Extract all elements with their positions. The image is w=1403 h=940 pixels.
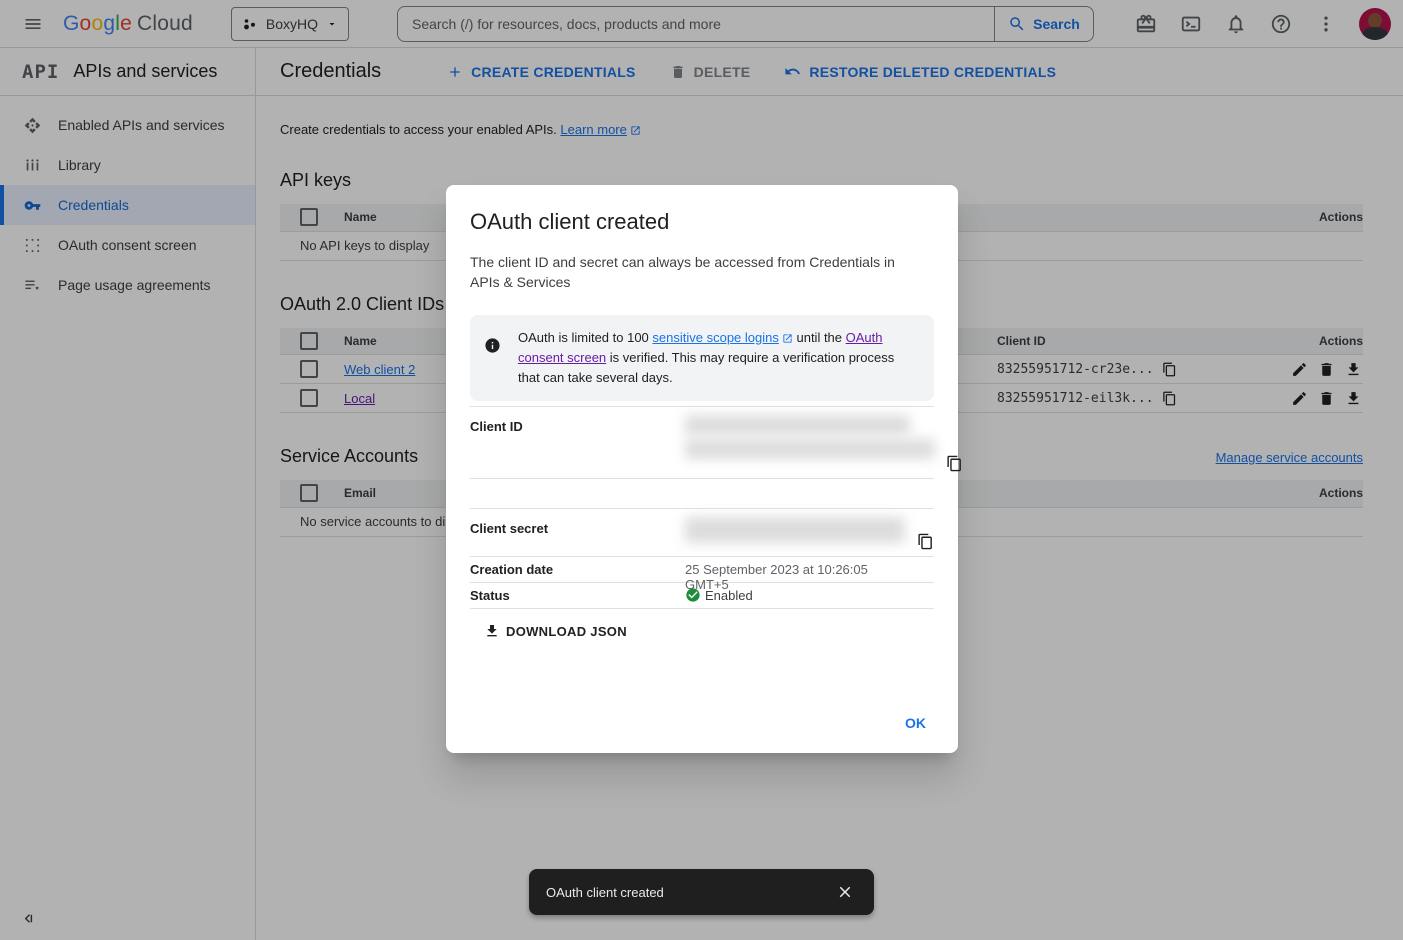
client-id-row: Client ID — [470, 407, 934, 479]
status-row: Status Enabled — [470, 583, 934, 609]
client-secret-row: Client secret — [470, 509, 934, 557]
copy-client-id-icon[interactable] — [946, 455, 963, 472]
info-icon — [484, 337, 501, 388]
client-id-label: Client ID — [470, 407, 685, 446]
toast-message: OAuth client created — [546, 885, 836, 900]
check-circle-icon — [685, 587, 701, 603]
status-value: Enabled — [685, 583, 906, 607]
dialog-subtitle: The client ID and secret can always be a… — [470, 252, 910, 292]
download-json-button[interactable]: DOWNLOAD JSON — [484, 623, 627, 639]
client-secret-redacted-value — [685, 509, 906, 543]
ok-button[interactable]: OK — [897, 707, 934, 739]
client-secret-label: Client secret — [470, 509, 685, 548]
spacer-row — [470, 479, 934, 509]
creation-date-row: Creation date 25 September 2023 at 10:26… — [470, 557, 934, 583]
status-label: Status — [470, 583, 685, 608]
external-link-icon — [782, 333, 793, 344]
client-id-redacted-value — [685, 407, 935, 459]
toast-notification: OAuth client created — [529, 869, 874, 915]
oauth-client-created-dialog: OAuth client created The client ID and s… — [446, 185, 958, 753]
client-details: Client ID Client secret Creation date 25… — [470, 406, 934, 609]
notice-banner: OAuth is limited to 100 sensitive scope … — [470, 315, 934, 401]
creation-date-label: Creation date — [470, 557, 685, 582]
notice-text: OAuth is limited to 100 sensitive scope … — [518, 328, 918, 388]
close-icon[interactable] — [836, 880, 860, 904]
sensitive-scope-logins-link[interactable]: sensitive scope logins — [652, 330, 778, 345]
download-icon — [484, 623, 500, 639]
dialog-title: OAuth client created — [470, 209, 934, 235]
copy-client-secret-icon[interactable] — [917, 533, 934, 550]
